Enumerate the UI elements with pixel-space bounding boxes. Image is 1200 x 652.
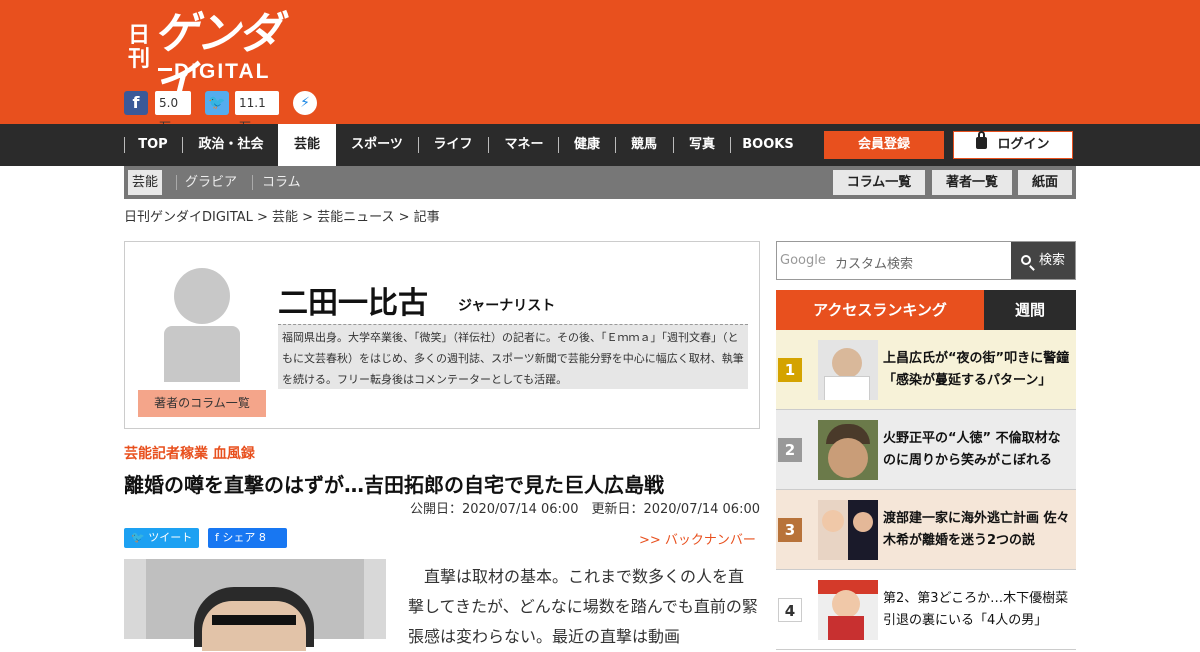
- tweet-label: ツイート: [148, 531, 193, 544]
- nav-separator: [488, 137, 489, 153]
- subnav-item-column[interactable]: コラム: [262, 166, 301, 199]
- article-title: 離婚の噂を直撃のはずが…吉田拓郎の自宅で見た巨人広島戦: [124, 473, 664, 497]
- messenger-icon[interactable]: ⚡: [293, 91, 317, 115]
- article-photo: [124, 559, 386, 651]
- nav-item-photo[interactable]: 写真: [683, 124, 721, 166]
- author-name: 二田一比古: [278, 286, 428, 321]
- twitter-icon[interactable]: 🐦: [205, 91, 229, 115]
- login-label: ログイン: [997, 137, 1050, 152]
- logo-digital: DIGITAL: [174, 60, 271, 83]
- avatar-body: [164, 326, 240, 382]
- ranking-item[interactable]: 2 火野正平の“人徳” 不倫取材なのに周りから笑みがこぼれる: [776, 410, 1076, 490]
- photo-glasses: [212, 615, 296, 625]
- tab-weekly[interactable]: 週間: [984, 290, 1076, 330]
- nav-item-entertainment[interactable]: 芸能: [278, 124, 336, 166]
- ranking-header: アクセスランキング 週間: [776, 290, 1076, 330]
- nav-item-keiba[interactable]: 競馬: [625, 124, 663, 166]
- site-logo[interactable]: 日刊 ゲンダイ DIGITAL: [126, 8, 306, 106]
- lock-icon: [976, 131, 988, 149]
- paper-button[interactable]: 紙面: [1018, 170, 1072, 195]
- nav-separator: [182, 137, 183, 153]
- nav-separator: [730, 137, 731, 153]
- search-button[interactable]: 検索: [1011, 242, 1075, 279]
- search-button-label: 検索: [1038, 253, 1065, 268]
- rank-badge: 3: [778, 518, 802, 542]
- search-input[interactable]: カスタム検索: [835, 253, 913, 272]
- subnav-separator: [176, 175, 177, 190]
- ranking-thumbnail: [818, 340, 878, 400]
- rank-badge: 4: [778, 598, 802, 622]
- share-label: シェア 8: [222, 531, 266, 544]
- site-header: 日刊 ゲンダイ DIGITAL f 5.0万 🐦 11.1万 ⚡: [0, 0, 1200, 134]
- nav-item-top[interactable]: TOP: [134, 124, 172, 166]
- subnav-separator: [252, 175, 253, 190]
- back-number-link[interactable]: >> バックナンバー: [639, 529, 756, 548]
- article-series[interactable]: 芸能記者稼業 血風録: [124, 443, 255, 463]
- ranking-title: 上昌広氏が“夜の街”叩きに警鐘「感染が蔓延するパターン」: [883, 351, 1070, 388]
- search-icon: [1020, 255, 1031, 265]
- nav-item-politics[interactable]: 政治・社会: [192, 124, 270, 166]
- search-box: Google カスタム検索 検索: [776, 241, 1076, 280]
- photo-face: [202, 601, 306, 651]
- ranking-title: 第2、第3どころか…木下優樹菜引退の裏にいる「4人の男」: [883, 591, 1069, 628]
- ranking-item[interactable]: 4 第2、第3どころか…木下優樹菜引退の裏にいる「4人の男」: [776, 570, 1076, 650]
- ranking-thumbnail: [818, 420, 878, 480]
- author-columns-button[interactable]: 著者のコラム一覧: [138, 390, 266, 417]
- facebook-share-button[interactable]: f シェア 8: [208, 528, 287, 548]
- author-role: ジャーナリスト: [458, 298, 556, 314]
- avatar: [164, 268, 240, 382]
- ranking-thumbnail: [818, 500, 878, 560]
- register-button[interactable]: 会員登録: [824, 131, 944, 159]
- sub-nav: 芸能 グラビア コラム コラム一覧 著者一覧 紙面: [124, 166, 1076, 199]
- twitter-count: 11.1万: [235, 91, 279, 134]
- nav-separator: [615, 137, 616, 153]
- nav-item-money[interactable]: マネー: [498, 124, 550, 166]
- tab-access-ranking[interactable]: アクセスランキング: [776, 290, 984, 330]
- nav-separator: [124, 137, 125, 153]
- nav-separator: [673, 137, 674, 153]
- nav-item-sports[interactable]: スポーツ: [344, 124, 410, 166]
- article-body: 直撃は取材の基本。これまで数多くの人を直撃してきたが、どんなに場数を踏んでも直前…: [408, 567, 758, 646]
- author-profile: 著者のコラム一覧 二田一比古 ジャーナリスト 福岡県出身。大学卒業後、「微笑」（…: [124, 241, 760, 429]
- ranking-item[interactable]: 1 上昌広氏が“夜の街”叩きに警鐘「感染が蔓延するパターン」: [776, 330, 1076, 410]
- ranking-title: 渡部建一家に海外逃亡計画 佐々木希が離婚を迷う2つの説: [883, 511, 1070, 548]
- nav-item-life[interactable]: ライフ: [428, 124, 478, 166]
- article-dates: 公開日：2020/07/14 06:00 更新日：2020/07/14 06:0…: [409, 502, 760, 517]
- logo-bar: [158, 68, 172, 71]
- twitter-bird-icon: 🐦: [131, 531, 149, 544]
- nav-separator: [558, 137, 559, 153]
- logo-nikkan: 日刊: [128, 23, 151, 72]
- google-label: Google: [780, 253, 826, 268]
- avatar-head: [174, 268, 230, 324]
- breadcrumb[interactable]: 日刊ゲンダイDIGITAL > 芸能 > 芸能ニュース > 記事: [124, 206, 440, 225]
- facebook-icon[interactable]: f: [124, 91, 148, 115]
- facebook-count: 5.0万: [155, 91, 191, 134]
- rank-badge: 2: [778, 438, 802, 462]
- nav-separator: [418, 137, 419, 153]
- ranking-item[interactable]: 3 渡部建一家に海外逃亡計画 佐々木希が離婚を迷う2つの説: [776, 490, 1076, 570]
- nav-item-books[interactable]: BOOKS: [740, 124, 796, 166]
- login-button[interactable]: ログイン: [953, 131, 1073, 159]
- subnav-item-entertainment[interactable]: 芸能: [128, 170, 163, 195]
- author-bio: 福岡県出身。大学卒業後、「微笑」（祥伝社）の記者に。その後、「Ｅｍｍａ」「週刊文…: [278, 324, 748, 389]
- rank-badge: 1: [778, 358, 802, 382]
- subnav-item-gravure[interactable]: グラビア: [185, 166, 237, 199]
- column-list-button[interactable]: コラム一覧: [833, 170, 925, 195]
- ranking-thumbnail: [818, 580, 878, 640]
- ranking-title: 火野正平の“人徳” 不倫取材なのに周りから笑みがこぼれる: [883, 431, 1061, 468]
- tweet-button[interactable]: 🐦 ツイート: [124, 528, 199, 548]
- author-list-button[interactable]: 著者一覧: [932, 170, 1012, 195]
- nav-item-health[interactable]: 健康: [568, 124, 606, 166]
